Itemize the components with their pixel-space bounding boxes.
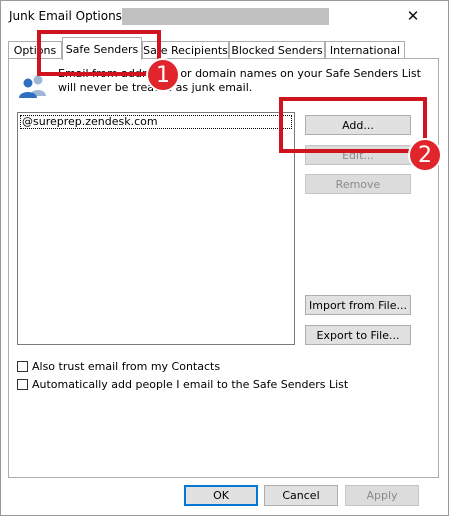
window-title: Junk Email Options - [9, 9, 131, 23]
people-icon [19, 75, 46, 98]
annotation-step-1: 1 [146, 58, 180, 92]
redacted-account-name [122, 8, 329, 25]
trust-contacts-checkbox[interactable] [17, 361, 28, 372]
title-bar: Junk Email Options - ✕ [1, 1, 448, 31]
export-to-file-button[interactable]: Export to File... [305, 325, 411, 345]
trust-contacts-option[interactable]: Also trust email from my Contacts [17, 360, 220, 373]
annotation-highlight-add [279, 97, 427, 153]
auto-add-checkbox[interactable] [17, 379, 28, 390]
cancel-button[interactable]: Cancel [264, 485, 338, 506]
list-item[interactable]: @sureprep.zendesk.com [20, 115, 292, 129]
apply-button[interactable]: Apply [345, 485, 419, 506]
import-from-file-button[interactable]: Import from File... [305, 295, 411, 315]
close-icon: ✕ [406, 7, 420, 25]
tab-international[interactable]: International [325, 41, 405, 58]
remove-button[interactable]: Remove [305, 174, 411, 194]
tab-blocked-senders[interactable]: Blocked Senders [229, 41, 325, 58]
safe-senders-listbox[interactable]: @sureprep.zendesk.com [17, 112, 295, 345]
tab-label: Blocked Senders [231, 43, 323, 57]
checkbox-label: Automatically add people I email to the … [32, 378, 349, 391]
close-button[interactable]: ✕ [399, 5, 427, 27]
tab-label: International [329, 43, 401, 57]
annotation-step-2: 2 [408, 138, 442, 172]
auto-add-safe-senders-option[interactable]: Automatically add people I email to the … [17, 378, 348, 391]
checkbox-label: Also trust email from my Contacts [32, 360, 221, 373]
ok-button[interactable]: OK [184, 485, 258, 506]
annotation-highlight-safe-senders [37, 30, 161, 76]
